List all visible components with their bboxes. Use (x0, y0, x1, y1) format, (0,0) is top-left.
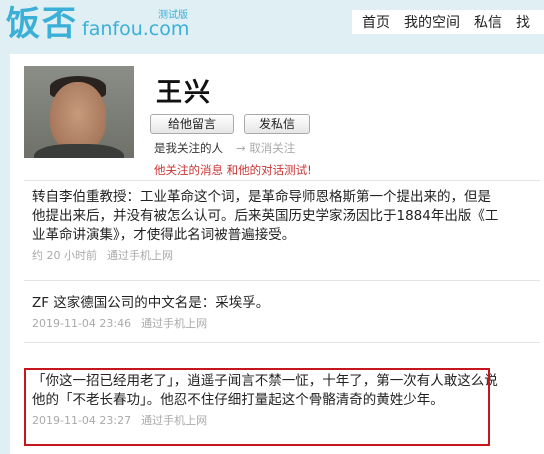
nav-my-space[interactable]: 我的空间 (404, 12, 460, 32)
profile-panel: 王兴 给他留言 发私信 是我关注的人 → 取消关注 他关注的消息 和他的对话测试… (10, 54, 544, 454)
avatar[interactable] (24, 66, 134, 158)
avatar-face (50, 82, 106, 152)
top-bar: 饭否 fanfou.com 测试版 首页 我的空间 私信 找 (0, 0, 544, 50)
post-source: 通过手机上网 (107, 249, 173, 262)
nav-home[interactable]: 首页 (362, 12, 390, 32)
avatar-shirt (34, 144, 124, 158)
post-meta: 2019-11-04 23:46 通过手机上网 (32, 315, 502, 331)
nav-find[interactable]: 找 (516, 12, 530, 32)
post-text: ZF 这家德国公司的中文名是：采埃孚。 (32, 295, 270, 311)
logo-chinese: 饭否 (6, 4, 78, 44)
nav-messages[interactable]: 私信 (474, 12, 502, 32)
main-nav: 首页 我的空间 私信 找 (352, 10, 544, 34)
divider (24, 180, 540, 181)
list-item: ZF 这家德国公司的中文名是：采埃孚。 2019-11-04 23:46 通过手机… (32, 294, 502, 331)
send-dm-button[interactable]: 发私信 (244, 114, 310, 134)
list-item: 转自李伯重教授：工业革命这个词，是革命导师恩格斯第一个提出来的，但是他提出来后，… (32, 188, 502, 263)
leave-message-button[interactable]: 给他留言 (150, 114, 234, 134)
post-time[interactable]: 约 20 小时前 (32, 249, 97, 262)
profile-name: 王兴 (156, 78, 213, 108)
post-source: 通过手机上网 (141, 317, 208, 330)
divider (24, 280, 540, 281)
follow-status: 是我关注的人 (154, 141, 223, 155)
conversation-link[interactable]: 他关注的消息 和他的对话测试! (154, 162, 312, 178)
post-meta: 约 20 小时前 通过手机上网 (32, 247, 502, 263)
highlight-box (24, 368, 490, 446)
unfollow-link[interactable]: → 取消关注 (236, 140, 295, 156)
beta-label: 测试版 (158, 10, 188, 21)
post-time[interactable]: 2019-11-04 23:46 (32, 317, 131, 330)
divider (24, 342, 540, 343)
post-text: 转自李伯重教授：工业革命这个词，是革命导师恩格斯第一个提出来的，但是他提出来后，… (32, 189, 499, 243)
